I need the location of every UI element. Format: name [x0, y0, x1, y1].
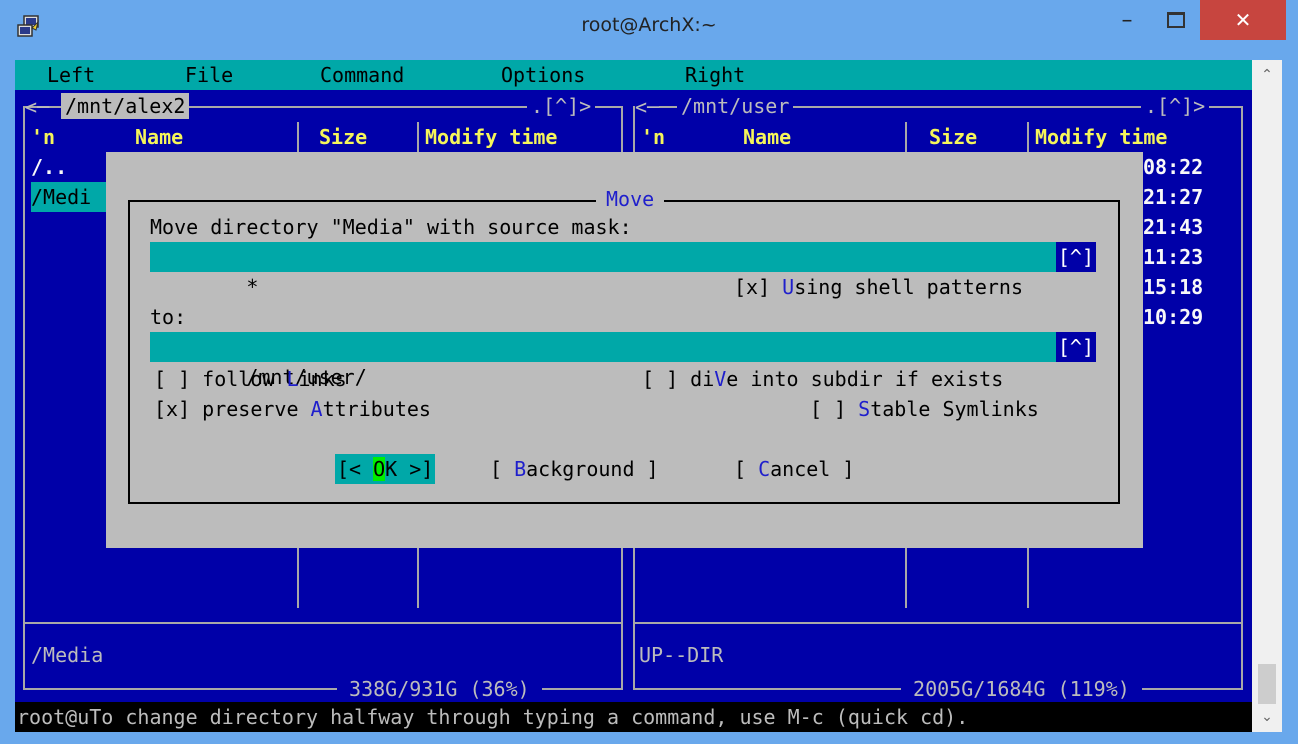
scroll-thumb[interactable] — [1258, 664, 1276, 704]
source-mask-input[interactable]: * [^] — [150, 242, 1096, 299]
destination-label: to: — [150, 305, 187, 329]
dive-into-subdir-checkbox[interactable]: [ ] diVe into subdir if exists — [642, 364, 1003, 394]
title-bar[interactable]: root@ArchX:~ – ✕ — [0, 0, 1298, 60]
menu-file[interactable]: File — [185, 60, 233, 90]
left-col-mtime[interactable]: Modify time — [425, 122, 557, 152]
right-time-cell: 08:22 — [1143, 155, 1204, 179]
background-button[interactable]: [ Background ] — [490, 454, 659, 484]
minimize-button[interactable]: – — [1110, 0, 1144, 40]
source-mask-value: * — [246, 275, 259, 299]
right-time-cell: 10:29 — [1143, 305, 1204, 329]
source-mask-label: Move directory "Media" with source mask: — [150, 215, 632, 239]
right-mini-status: UP--DIR — [639, 643, 724, 667]
hint-line[interactable]: root@uTo change directory halfway throug… — [15, 702, 1252, 732]
left-panel-back-arrow[interactable]: <─ — [25, 92, 49, 122]
menu-options[interactable]: Options — [501, 60, 585, 90]
maximize-icon — [1167, 12, 1185, 28]
scroll-down-icon[interactable]: ⌄ — [1252, 704, 1282, 730]
left-panel-corner[interactable]: .[^]> — [527, 93, 596, 119]
preserve-attributes-checkbox[interactable]: [x] preserve Attributes — [154, 394, 431, 424]
right-panel-separator — [633, 622, 1243, 624]
dialog-title: Move — [596, 184, 665, 214]
cancel-button[interactable]: [ Cancel ] — [734, 454, 854, 484]
window-title: root@ArchX:~ — [581, 14, 717, 36]
left-panel-path[interactable]: /mnt/alex2 — [61, 93, 190, 119]
vertical-scrollbar[interactable]: ⌃ ⌄ — [1252, 60, 1282, 732]
shell-patterns-checkbox[interactable]: [x] Using shell patterns — [734, 272, 1023, 302]
destination-input[interactable]: /mnt/user/ [^] — [150, 332, 1096, 389]
right-panel-back-arrow[interactable]: <─ — [635, 92, 660, 122]
menu-bar: Left File Command Options Right — [15, 60, 1252, 90]
left-disk-usage: 338G/931G (36%) — [337, 674, 542, 704]
right-panel-path[interactable]: /mnt/user — [677, 93, 794, 119]
terminal-window: root@ArchX:~ – ✕ Left File Command Optio… — [0, 0, 1298, 744]
left-panel-separator — [23, 622, 623, 624]
left-sort-indicator[interactable]: 'n — [31, 122, 55, 152]
right-col-size[interactable]: Size — [929, 122, 977, 152]
right-sort-indicator[interactable]: 'n — [641, 122, 665, 152]
file-row-parent[interactable]: /.. — [31, 152, 67, 182]
menu-right[interactable]: Right — [685, 60, 745, 90]
right-time-cell: 15:18 — [1143, 275, 1204, 299]
menu-command[interactable]: Command — [320, 60, 404, 90]
right-time-cell: 21:43 — [1143, 215, 1204, 239]
follow-links-checkbox[interactable]: [ ] follow Links — [154, 364, 347, 394]
move-dialog: Move Move directory "Media" with source … — [106, 152, 1143, 548]
right-col-name[interactable]: Name — [743, 122, 791, 152]
right-col-mtime[interactable]: Modify time — [1035, 122, 1167, 152]
left-mini-status: /Media — [31, 643, 104, 667]
close-button[interactable]: ✕ — [1200, 0, 1286, 40]
stable-symlinks-checkbox[interactable]: [ ] Stable Symlinks — [810, 394, 1039, 424]
destination-history-button[interactable]: [^] — [1055, 332, 1096, 362]
right-time-cell: 21:27 — [1143, 185, 1204, 209]
right-disk-usage: 2005G/1684G (119%) — [901, 674, 1142, 704]
maximize-button[interactable] — [1158, 0, 1194, 40]
left-col-name[interactable]: Name — [135, 122, 183, 152]
ok-button[interactable]: [< OK >] — [335, 454, 436, 484]
right-time-cell: 11:23 — [1143, 245, 1204, 269]
left-col-size[interactable]: Size — [319, 122, 367, 152]
menu-left[interactable]: Left — [47, 60, 95, 90]
terminal-area[interactable]: Left File Command Options Right /mnt/ale… — [15, 60, 1252, 732]
right-panel-corner[interactable]: .[^]> — [1141, 93, 1210, 119]
file-row-media-selected[interactable]: /Medi — [31, 182, 111, 212]
source-history-button[interactable]: [^] — [1055, 242, 1096, 272]
scroll-up-icon[interactable]: ⌃ — [1252, 62, 1282, 88]
